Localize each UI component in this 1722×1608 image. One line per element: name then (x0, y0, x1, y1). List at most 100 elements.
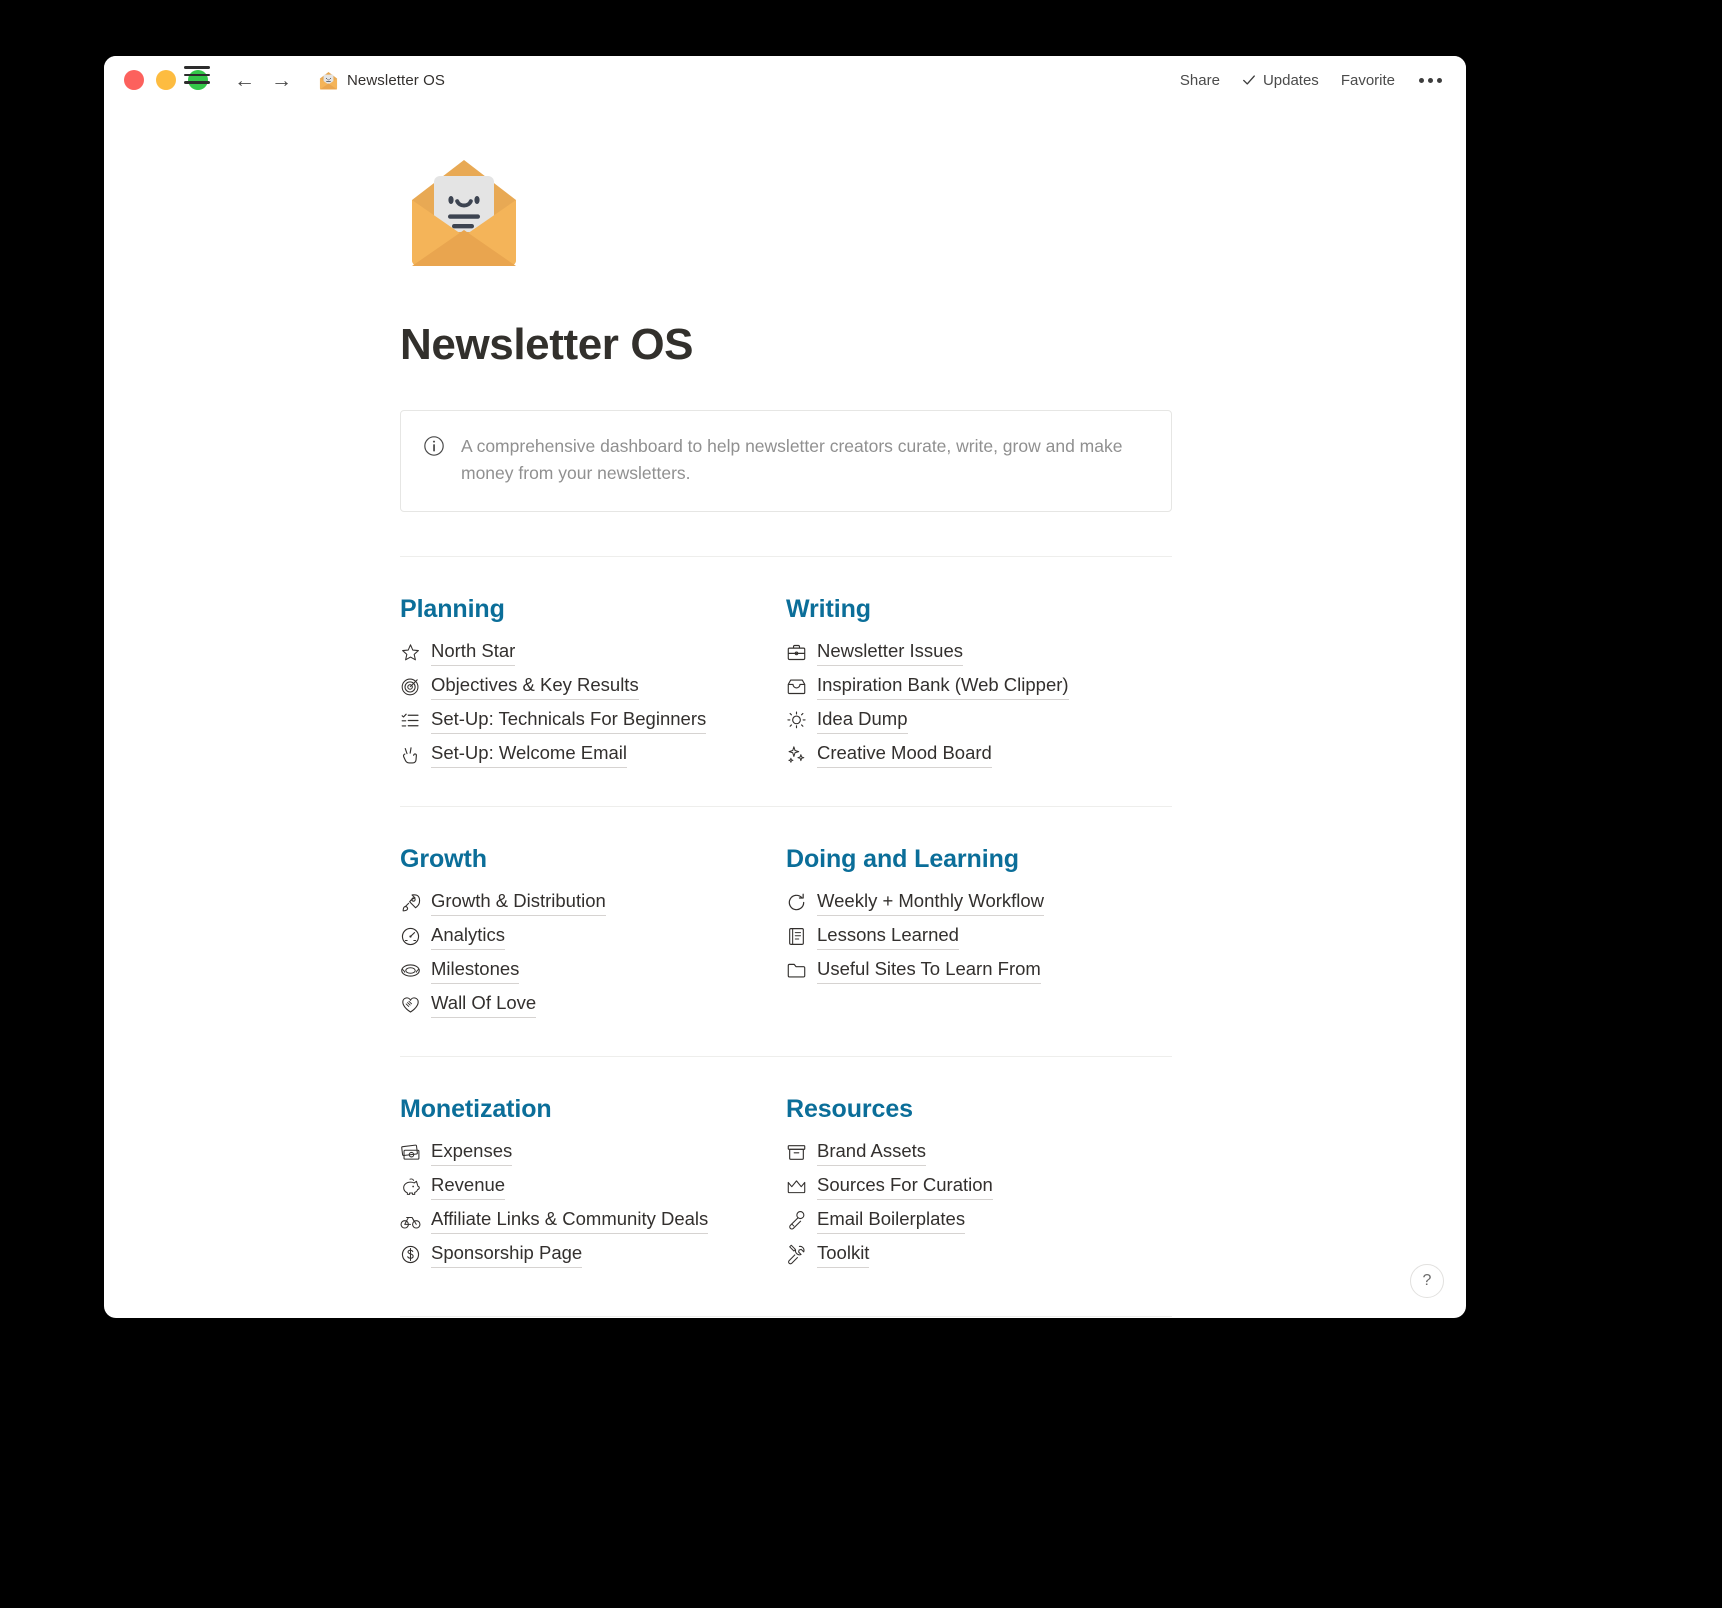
more-options-icon[interactable] (1417, 76, 1444, 85)
target-icon (401, 678, 419, 696)
section-writing: Writing Newsletter Issues Inspiration Ba… (786, 595, 1172, 772)
breadcrumb[interactable]: Newsletter OS (318, 70, 445, 91)
link-label: Creative Mood Board (817, 741, 992, 769)
link-sources-for-curation[interactable]: Sources For Curation (786, 1170, 1152, 1204)
group-title: Writing (786, 595, 871, 624)
link-milestones[interactable]: Milestones (400, 954, 766, 988)
callout-text: A comprehensive dashboard to help newsle… (461, 436, 1123, 484)
sidebar-toggle-icon[interactable] (184, 66, 210, 84)
titlebar-actions: Share Updates Favorite (1180, 72, 1444, 89)
link-useful-sites[interactable]: Useful Sites To Learn From (786, 954, 1152, 988)
link-label: Weekly + Monthly Workflow (817, 889, 1045, 917)
link-label: Milestones (431, 957, 520, 985)
link-setup-technicals[interactable]: Set-Up: Technicals For Beginners (400, 704, 766, 738)
callout-block: A comprehensive dashboard to help newsle… (400, 410, 1172, 513)
link-inspiration-bank[interactable]: Inspiration Bank (Web Clipper) (786, 670, 1152, 704)
gauge-icon (401, 927, 420, 946)
link-weekly-monthly-workflow[interactable]: Weekly + Monthly Workflow (786, 886, 1152, 920)
section-resources: Resources Brand Assets Sources For Curat… (786, 1095, 1172, 1272)
app-window: ← → Newsletter OS Share Updates Favorite… (104, 56, 1466, 1318)
link-label: Objectives & Key Results (431, 673, 639, 701)
link-sponsorship-page[interactable]: Sponsorship Page (400, 1238, 766, 1272)
link-creative-mood-board[interactable]: Creative Mood Board (786, 738, 1152, 772)
piggy-bank-icon (403, 1178, 420, 1195)
crown-icon (787, 1180, 806, 1194)
section-doing-and-learning: Doing and Learning Weekly + Monthly Work… (786, 845, 1172, 1022)
book-icon (789, 928, 804, 946)
dollar-coin-icon (401, 1245, 420, 1264)
breadcrumb-label: Newsletter OS (347, 71, 445, 89)
star-icon (402, 644, 419, 661)
back-arrow-icon[interactable]: ← (234, 70, 255, 91)
section-row: Monetization Expenses Revenue Affiliate … (400, 1057, 1172, 1306)
link-north-star[interactable]: North Star (400, 636, 766, 670)
page-body: Newsletter OS A comprehensive dashboard … (104, 104, 1466, 1318)
bicycle-icon (400, 1216, 421, 1229)
envelope-with-face-icon (319, 71, 338, 89)
updates-button[interactable]: Updates (1242, 72, 1319, 89)
section-row: Growth Growth & Distribution Analytics M… (400, 807, 1172, 1056)
tools-icon (788, 1244, 805, 1265)
link-label: Lessons Learned (817, 923, 959, 951)
link-label: Analytics (431, 923, 506, 951)
divider (400, 1315, 1172, 1317)
group-title: Planning (400, 595, 505, 624)
link-wall-of-love[interactable]: Wall Of Love (400, 988, 766, 1022)
link-lessons-learned[interactable]: Lessons Learned (786, 920, 1152, 954)
link-label: Expenses (431, 1139, 513, 1166)
link-label: Newsletter Issues (817, 639, 963, 667)
briefcase-icon (787, 645, 806, 661)
link-label: North Star (431, 639, 516, 667)
link-objectives-key-results[interactable]: Objectives & Key Results (400, 670, 766, 704)
link-label: Idea Dump (817, 707, 908, 735)
link-label: Set-Up: Technicals For Beginners (431, 707, 707, 735)
minimize-window-button[interactable] (156, 70, 176, 90)
link-analytics[interactable]: Analytics (400, 920, 766, 954)
info-icon (424, 436, 444, 456)
link-label: Growth & Distribution (431, 889, 606, 917)
help-button[interactable]: ? (1410, 1264, 1444, 1298)
refresh-icon (788, 893, 805, 911)
link-setup-welcome-email[interactable]: Set-Up: Welcome Email (400, 738, 766, 772)
microphone-icon (789, 1210, 805, 1230)
link-affiliate-links[interactable]: Affiliate Links & Community Deals (400, 1204, 766, 1238)
link-email-boilerplates[interactable]: Email Boilerplates (786, 1204, 1152, 1238)
title-bar: ← → Newsletter OS Share Updates Favorite (104, 56, 1466, 104)
group-title: Monetization (400, 1095, 552, 1123)
link-idea-dump[interactable]: Idea Dump (786, 704, 1152, 738)
page-title: Newsletter OS (400, 320, 694, 369)
link-toolkit[interactable]: Toolkit (786, 1238, 1152, 1272)
forward-arrow-icon[interactable]: → (271, 70, 292, 91)
sparkles-icon (788, 746, 805, 763)
link-label: Set-Up: Welcome Email (431, 741, 628, 769)
link-newsletter-issues[interactable]: Newsletter Issues (786, 636, 1152, 670)
group-title: Resources (786, 1095, 913, 1123)
victory-hand-icon (402, 747, 417, 764)
section-growth: Growth Growth & Distribution Analytics M… (400, 845, 786, 1022)
section-planning: Planning North Star Objectives & Key Res… (400, 595, 786, 772)
link-revenue[interactable]: Revenue (400, 1170, 766, 1204)
group-title: Doing and Learning (786, 845, 1019, 874)
link-label: Email Boilerplates (817, 1207, 966, 1234)
share-button[interactable]: Share (1180, 72, 1220, 89)
check-icon (1242, 75, 1255, 85)
nav-arrows: ← → (234, 70, 292, 91)
link-label: Affiliate Links & Community Deals (431, 1207, 709, 1234)
close-window-button[interactable] (124, 70, 144, 90)
group-title: Growth (400, 845, 487, 874)
handshake-heart-icon (402, 997, 419, 1013)
link-label: Wall Of Love (431, 991, 537, 1018)
link-brand-assets[interactable]: Brand Assets (786, 1136, 1152, 1170)
folder-icon (787, 963, 806, 978)
link-expenses[interactable]: Expenses (400, 1136, 766, 1170)
checklist-icon (401, 713, 419, 727)
stadium-icon (401, 964, 420, 977)
link-label: Sources For Curation (817, 1173, 993, 1200)
card-file-box-icon (787, 1145, 806, 1160)
favorite-button[interactable]: Favorite (1341, 72, 1395, 89)
inbox-tray-icon (787, 679, 806, 695)
link-label: Brand Assets (817, 1139, 927, 1166)
link-growth-distribution[interactable]: Growth & Distribution (400, 886, 766, 920)
updates-label: Updates (1262, 71, 1319, 89)
section-monetization: Monetization Expenses Revenue Affiliate … (400, 1095, 786, 1272)
